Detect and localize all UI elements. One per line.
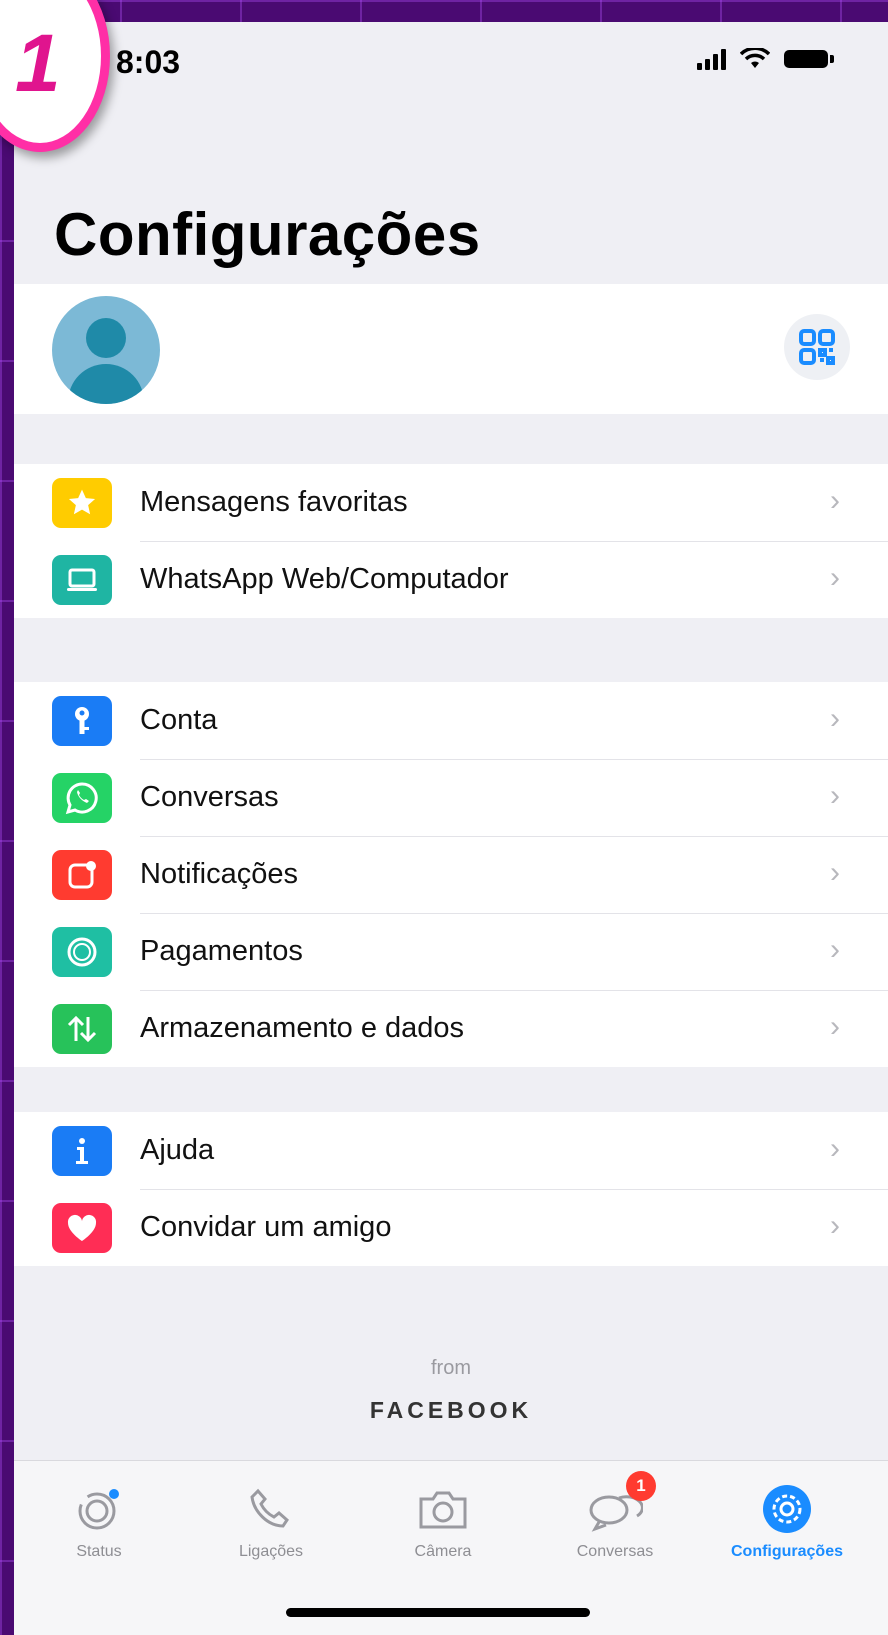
row-notificacoes[interactable]: Notificações ›	[14, 836, 888, 913]
chevron-right-icon: ›	[830, 561, 840, 594]
chevron-right-icon: ›	[830, 779, 840, 812]
footer-brand: FACEBOOK	[369, 1397, 533, 1423]
step-number: 1	[15, 18, 61, 109]
row-conversas[interactable]: Conversas ›	[14, 759, 888, 836]
chevron-right-icon: ›	[830, 484, 840, 517]
chevron-right-icon: ›	[830, 1209, 840, 1242]
tab-label: Câmera	[414, 1543, 472, 1560]
status-bar: 8:03	[14, 22, 888, 112]
row-label: Conta	[140, 704, 218, 736]
phone-screen: 8:03 Configurações Mensagens favoritas ›…	[14, 22, 888, 1635]
storage-arrows-icon	[52, 1004, 112, 1054]
chevron-right-icon: ›	[830, 933, 840, 966]
settings-icon	[757, 1483, 817, 1535]
tab-status[interactable]: Status	[14, 1461, 184, 1571]
tab-label: Ligações	[238, 1543, 304, 1560]
settings-group-b: Conta › Conversas › Notificações › Pagam…	[14, 682, 888, 1067]
settings-group-a: Mensagens favoritas › WhatsApp Web/Compu…	[14, 464, 888, 618]
row-mensagens-favoritas[interactable]: Mensagens favoritas ›	[14, 464, 888, 541]
tab-label: Configurações	[730, 1543, 843, 1560]
chevron-right-icon: ›	[830, 1132, 840, 1165]
home-indicator	[286, 1608, 590, 1617]
chevron-right-icon: ›	[830, 702, 840, 735]
avatar[interactable]	[52, 296, 160, 404]
phone-icon	[241, 1483, 301, 1535]
tab-configuracoes[interactable]: Configurações	[702, 1461, 872, 1571]
notification-icon	[52, 850, 112, 900]
qr-code-button[interactable]	[784, 314, 850, 380]
row-ajuda[interactable]: Ajuda ›	[14, 1112, 888, 1189]
row-label: Conversas	[140, 781, 279, 813]
row-label: WhatsApp Web/Computador	[140, 563, 509, 595]
key-icon	[52, 696, 112, 746]
star-icon	[52, 478, 112, 528]
row-whatsapp-web[interactable]: WhatsApp Web/Computador ›	[14, 541, 888, 618]
wifi-icon	[740, 48, 770, 68]
laptop-icon	[52, 555, 112, 605]
row-armazenamento[interactable]: Armazenamento e dados ›	[14, 990, 888, 1067]
info-icon	[52, 1126, 112, 1176]
row-label: Armazenamento e dados	[140, 1012, 465, 1044]
battery-icon	[784, 50, 834, 68]
status-icon	[69, 1483, 129, 1535]
row-label: Ajuda	[140, 1134, 215, 1166]
row-label: Notificações	[140, 858, 298, 890]
row-pagamentos[interactable]: Pagamentos ›	[14, 913, 888, 990]
tab-conversas[interactable]: 1 Conversas	[530, 1461, 700, 1571]
tab-label: Conversas	[576, 1543, 654, 1560]
chevron-right-icon: ›	[830, 856, 840, 889]
row-label: Convidar um amigo	[140, 1211, 392, 1243]
row-conta[interactable]: Conta ›	[14, 682, 888, 759]
camera-icon	[413, 1483, 473, 1535]
unread-badge: 1	[626, 1471, 656, 1501]
whatsapp-icon	[52, 773, 112, 823]
tab-camera[interactable]: Câmera	[358, 1461, 528, 1571]
tab-ligacoes[interactable]: Ligações	[186, 1461, 356, 1571]
chevron-right-icon: ›	[830, 1010, 840, 1043]
status-icons	[697, 48, 834, 70]
row-label: Mensagens favoritas	[140, 486, 408, 518]
status-time: 8:03	[116, 44, 181, 80]
page-title: Configurações	[54, 201, 481, 268]
footer-from: from	[431, 1357, 471, 1379]
profile-row[interactable]	[14, 284, 888, 414]
heart-icon	[52, 1203, 112, 1253]
signal-icon	[697, 48, 726, 70]
row-label: Pagamentos	[140, 935, 303, 967]
row-convidar-amigo[interactable]: Convidar um amigo ›	[14, 1189, 888, 1266]
qr-code-icon	[799, 329, 835, 365]
tab-label: Status	[76, 1543, 122, 1560]
settings-group-c: Ajuda › Convidar um amigo ›	[14, 1112, 888, 1266]
payment-icon	[52, 927, 112, 977]
